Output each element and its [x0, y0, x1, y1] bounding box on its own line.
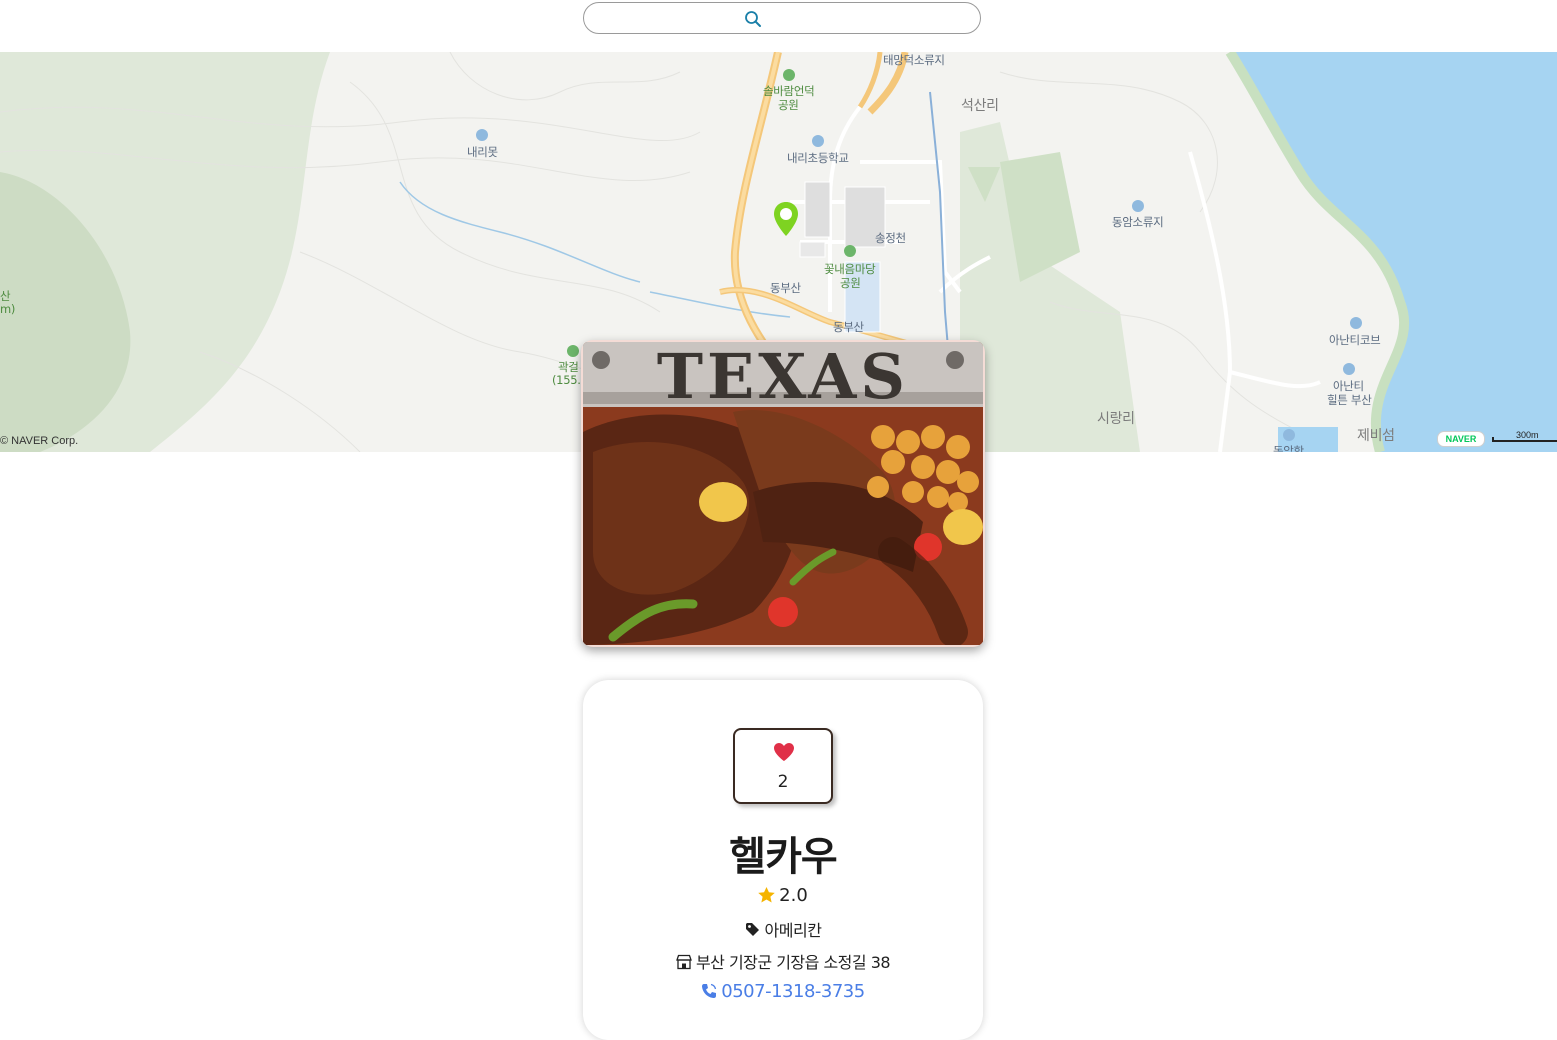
map-label: 아난티코브	[1329, 333, 1381, 347]
phone-link[interactable]: 0507-1318-3735	[583, 981, 983, 1002]
like-button[interactable]: 2	[733, 728, 833, 804]
hotel-icon	[1343, 363, 1355, 375]
restaurant-name: 헬카우	[729, 834, 837, 880]
map-label: 동부산	[833, 320, 864, 334]
map-label: 공원	[840, 276, 861, 290]
star-icon	[758, 887, 775, 903]
map-label: 동암항	[1273, 444, 1304, 452]
top-bar	[0, 0, 1557, 52]
naver-logo[interactable]: NAVER	[1437, 431, 1485, 447]
heart-icon	[774, 743, 794, 761]
park-icon	[783, 69, 795, 81]
map-label: 내리못	[467, 145, 498, 159]
category-text: 아메리칸	[764, 921, 822, 940]
store-icon	[676, 954, 692, 970]
rating: 2.0	[583, 885, 983, 906]
map-label: 동부산	[770, 281, 801, 295]
category: 아메리칸	[583, 917, 983, 941]
reservoir-icon	[476, 129, 488, 141]
map-label: 제비섬	[1357, 428, 1395, 444]
tag-icon	[745, 923, 759, 936]
port-icon	[1283, 429, 1295, 441]
map-label: m)	[0, 302, 16, 316]
map-marker-icon[interactable]	[772, 200, 800, 238]
phone-icon	[702, 983, 717, 998]
park-icon	[844, 245, 856, 257]
food-photo-image: TEXAS	[583, 342, 983, 645]
map-label: 공원	[778, 98, 799, 112]
school-icon	[812, 135, 824, 147]
map-label: 내리초등학교	[787, 151, 849, 165]
restaurant-info-card: 2 헬카우 2.0 아메리칸 부산 기장군 기장읍 소정길 38 0507-13…	[583, 680, 983, 1040]
phone-number[interactable]: 0507-1318-3735	[721, 981, 865, 1002]
map-label: 송정천	[875, 231, 906, 245]
map-label: 힐튼 부산	[1327, 393, 1372, 407]
search-box[interactable]	[583, 2, 981, 34]
address-text: 부산 기장군 기장읍 소정길 38	[695, 953, 891, 972]
search-input[interactable]	[584, 3, 980, 33]
map-label: 태망덕소류지	[883, 53, 945, 67]
like-count: 2	[777, 772, 789, 792]
restaurant-photo: TEXAS	[581, 340, 985, 647]
address: 부산 기장군 기장읍 소정길 38	[583, 949, 983, 973]
map-label: 동암소류지	[1112, 215, 1164, 229]
rating-value: 2.0	[779, 885, 808, 906]
map-label: 시랑리	[1097, 411, 1135, 427]
reservoir-icon	[1132, 200, 1144, 212]
map-scale-bar	[1492, 437, 1557, 442]
map-label: 석산리	[961, 98, 999, 114]
mountain-icon	[567, 345, 579, 357]
map-attribution: © NAVER Corp.	[0, 435, 79, 447]
hotel-icon	[1350, 317, 1362, 329]
sign-text: TEXAS	[657, 342, 909, 413]
